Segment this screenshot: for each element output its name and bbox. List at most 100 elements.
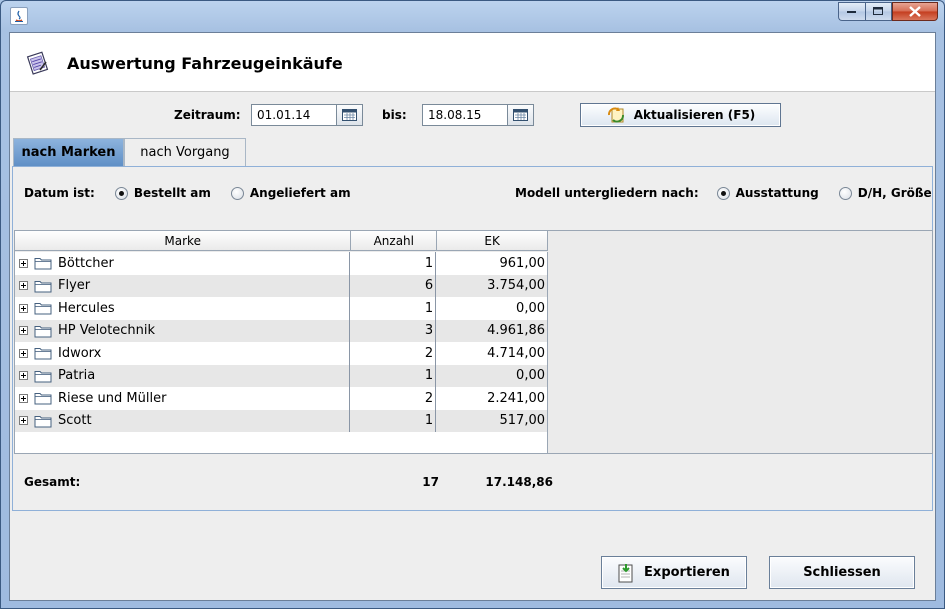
export-button[interactable]: Exportieren xyxy=(601,556,747,589)
expand-plus-icon[interactable] xyxy=(19,371,28,381)
marke-name: Patria xyxy=(58,368,96,384)
marken-table: Marke Anzahl EK Böttcher 1 961,00 Flyer 6 3.7… xyxy=(14,230,933,454)
date-from-field[interactable]: 01.01.14 xyxy=(251,104,337,126)
tab-nach-marken[interactable]: nach Marken xyxy=(13,138,124,166)
radio-angeliefert-am[interactable] xyxy=(230,186,244,200)
marke-name: Scott xyxy=(58,413,92,429)
expand-plus-icon[interactable] xyxy=(19,281,28,291)
radio-dh-groesse-label[interactable]: D/H, Größe xyxy=(858,186,932,200)
table-header: Marke Anzahl EK xyxy=(15,231,549,251)
ek-cell: 4.961,86 xyxy=(487,323,545,339)
folder-icon xyxy=(34,325,52,338)
table-row[interactable]: Scott 1 517,00 xyxy=(15,409,547,432)
totals-ek: 17.148,86 xyxy=(485,475,553,489)
ek-cell: 0,00 xyxy=(516,368,545,384)
datum-option-group: Datum ist: Bestellt am Angeliefert am xyxy=(24,183,351,203)
anzahl-cell: 2 xyxy=(350,387,437,410)
close-icon xyxy=(909,6,921,17)
expand-plus-icon[interactable] xyxy=(19,258,28,268)
expand-plus-icon[interactable] xyxy=(19,303,28,313)
table-row[interactable]: Idworx 2 4.714,00 xyxy=(15,342,547,365)
marke-cell: Patria xyxy=(15,364,351,387)
dialog-header: Auswertung Fahrzeugeinkäufe xyxy=(10,33,935,92)
anzahl-cell: 1 xyxy=(350,364,437,387)
table-row[interactable]: Patria 1 0,00 xyxy=(15,364,547,387)
date-from-calendar-button[interactable] xyxy=(336,104,363,126)
folder-icon xyxy=(34,415,52,428)
close-window-button[interactable] xyxy=(892,2,938,21)
table-row[interactable]: Hercules 1 0,00 xyxy=(15,297,547,320)
tab-panel-nach-marken: Datum ist: Bestellt am Angeliefert am Mo… xyxy=(12,166,933,511)
calendar-icon xyxy=(513,109,528,121)
refresh-button-label: Aktualisieren (F5) xyxy=(633,108,756,122)
bis-label: bis: xyxy=(382,108,407,122)
window-frame: Auswertung Fahrzeugeinkäufe Zeitraum: 01… xyxy=(0,0,945,609)
dialog-client-area: Auswertung Fahrzeugeinkäufe Zeitraum: 01… xyxy=(9,32,936,601)
radio-bestellt-am-label[interactable]: Bestellt am xyxy=(134,186,211,200)
anzahl-cell: 3 xyxy=(350,319,437,342)
anzahl-cell: 2 xyxy=(350,342,437,365)
ek-cell: 4.714,00 xyxy=(487,345,545,361)
minimize-button[interactable] xyxy=(838,2,865,21)
date-to-calendar-button[interactable] xyxy=(507,104,534,126)
marke-cell: Idworx xyxy=(15,342,351,365)
modell-option-group: Modell untergliedern nach: Ausstattung D… xyxy=(515,183,932,203)
radio-ausstattung[interactable] xyxy=(716,186,730,200)
calendar-icon xyxy=(342,109,357,121)
table-row[interactable]: Riese und Müller 2 2.241,00 xyxy=(15,387,547,410)
column-header-marke[interactable]: Marke xyxy=(15,231,352,251)
date-filter-row: Zeitraum: 01.01.14 bis: 18.08.15 Aktuali… xyxy=(10,93,935,138)
maximize-icon xyxy=(873,7,883,15)
marke-cell: Scott xyxy=(15,409,351,432)
minimize-icon xyxy=(847,10,856,13)
marke-name: Flyer xyxy=(58,278,91,294)
anzahl-cell: 1 xyxy=(350,252,437,275)
modell-label: Modell untergliedern nach: xyxy=(515,186,699,200)
folder-icon xyxy=(34,348,52,360)
date-to-field[interactable]: 18.08.15 xyxy=(422,104,508,126)
expand-plus-icon[interactable] xyxy=(19,416,28,426)
maximize-button[interactable] xyxy=(865,2,892,21)
ek-cell: 517,00 xyxy=(499,413,546,429)
expand-plus-icon[interactable] xyxy=(19,393,28,403)
marke-name: Riese und Müller xyxy=(58,390,167,406)
folder-icon xyxy=(34,303,52,315)
table-row[interactable]: HP Velotechnik 3 4.961,86 xyxy=(15,319,547,342)
ek-cell: 3.754,00 xyxy=(487,278,545,294)
folder-icon xyxy=(34,280,52,293)
export-icon xyxy=(618,563,633,582)
totals-anzahl: 17 xyxy=(422,475,439,489)
ek-cell: 0,00 xyxy=(516,300,545,316)
radio-ausstattung-label[interactable]: Ausstattung xyxy=(736,186,819,200)
radio-dh-groesse[interactable] xyxy=(838,186,852,200)
ek-cell: 2.241,00 xyxy=(487,390,545,406)
anzahl-cell: 6 xyxy=(350,274,437,297)
table-row[interactable]: Flyer 6 3.754,00 xyxy=(15,274,547,297)
tab-nach-vorgang[interactable]: nach Vorgang xyxy=(124,138,246,166)
ek-cell: 961,00 xyxy=(499,255,546,271)
column-header-ek[interactable]: EK xyxy=(437,231,549,251)
folder-icon xyxy=(34,393,52,405)
refresh-button[interactable]: Aktualisieren (F5) xyxy=(580,103,781,127)
marke-name: Hercules xyxy=(58,300,115,316)
folder-icon xyxy=(34,258,52,270)
column-header-anzahl[interactable]: Anzahl xyxy=(351,231,438,251)
folder-icon xyxy=(34,370,52,383)
radio-angeliefert-am-label[interactable]: Angeliefert am xyxy=(250,186,351,200)
title-bar[interactable] xyxy=(1,1,944,31)
table-row[interactable]: Böttcher 1 961,00 xyxy=(15,252,547,275)
export-button-label: Exportieren xyxy=(644,565,730,580)
marke-cell: Riese und Müller xyxy=(15,387,351,410)
marke-cell: Böttcher xyxy=(15,252,351,275)
expand-plus-icon[interactable] xyxy=(19,326,28,336)
expand-plus-icon[interactable] xyxy=(19,348,28,358)
totals-label: Gesamt: xyxy=(24,475,81,489)
close-button[interactable]: Schliessen xyxy=(769,556,915,589)
marke-name: HP Velotechnik xyxy=(58,323,156,339)
radio-bestellt-am[interactable] xyxy=(114,186,128,200)
marke-name: Böttcher xyxy=(58,255,114,271)
marke-cell: Hercules xyxy=(15,297,351,320)
java-app-icon[interactable] xyxy=(10,7,28,25)
datum-label: Datum ist: xyxy=(24,186,95,200)
marke-name: Idworx xyxy=(58,345,102,361)
